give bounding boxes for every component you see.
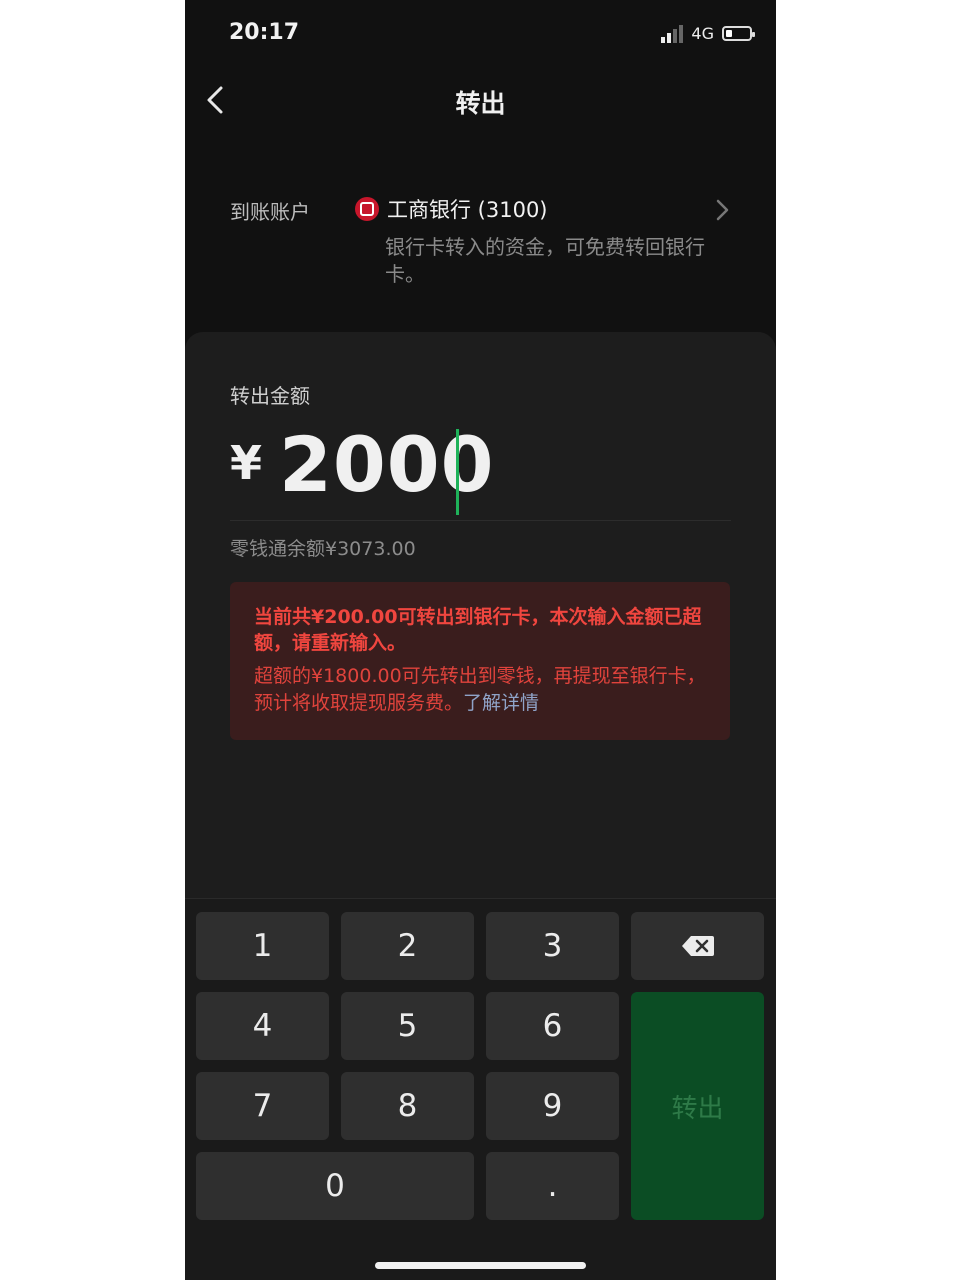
key-6[interactable]: 6 <box>486 992 619 1060</box>
warning-box: 当前共¥200.00可转出到银行卡，本次输入金额已超额，请重新输入。 超额的¥1… <box>230 582 730 740</box>
phone-screen: 20:17 4G 转出 到账账户 工商银行 (3100) 银行卡转入的资金，可免… <box>185 0 776 1280</box>
key-2[interactable]: 2 <box>341 912 474 980</box>
backspace-button[interactable] <box>631 912 764 980</box>
currency-symbol: ¥ <box>230 436 263 490</box>
key-0[interactable]: 0 <box>196 1152 474 1220</box>
amount-input[interactable]: 2000 <box>279 420 495 509</box>
battery-icon <box>722 26 755 41</box>
bank-name: 工商银行 (3100) <box>387 198 548 222</box>
amount-label: 转出金额 <box>230 384 310 408</box>
chevron-left-icon <box>207 86 223 114</box>
warning-main-text: 当前共¥200.00可转出到银行卡，本次输入金额已超额，请重新输入。 <box>254 606 702 654</box>
key-8[interactable]: 8 <box>341 1072 474 1140</box>
signal-icon <box>661 24 684 43</box>
transfer-out-submit-button[interactable]: 转出 <box>631 992 764 1220</box>
text-cursor <box>456 429 459 515</box>
page-title: 转出 <box>455 89 506 118</box>
bank-account-selector[interactable]: 工商银行 (3100) <box>355 194 548 224</box>
learn-more-link[interactable]: 了解详情 <box>463 692 539 714</box>
key-decimal[interactable]: . <box>486 1152 619 1220</box>
status-time: 20:17 <box>229 20 300 45</box>
balance-text: 零钱通余额¥3073.00 <box>230 538 416 560</box>
key-3[interactable]: 3 <box>486 912 619 980</box>
back-button[interactable] <box>203 84 231 116</box>
key-9[interactable]: 9 <box>486 1072 619 1140</box>
key-4[interactable]: 4 <box>196 992 329 1060</box>
amount-card: 转出金额 ¥ 2000 零钱通余额¥3073.00 当前共¥200.00可转出到… <box>185 332 776 932</box>
account-chevron-button[interactable] <box>714 198 730 222</box>
key-7[interactable]: 7 <box>196 1072 329 1140</box>
network-type: 4G <box>691 24 714 43</box>
status-indicators: 4G <box>661 24 755 43</box>
account-label: 到账账户 <box>230 200 310 224</box>
key-1[interactable]: 1 <box>196 912 329 980</box>
home-indicator <box>375 1262 586 1269</box>
chevron-right-icon <box>716 199 729 221</box>
backspace-icon <box>681 936 714 956</box>
account-note: 银行卡转入的资金，可免费转回银行卡。 <box>385 235 705 286</box>
battery-level <box>726 30 732 37</box>
key-5[interactable]: 5 <box>341 992 474 1060</box>
numeric-keypad: 1 2 3 4 5 6 7 8 9 0 . 转出 <box>185 898 776 1280</box>
icbc-logo-icon <box>355 197 379 221</box>
amount-divider <box>230 520 731 521</box>
warning-sub-text: 超额的¥1800.00可先转出到零钱，再提现至银行卡，预计将收取提现服务费。了解… <box>254 663 706 717</box>
